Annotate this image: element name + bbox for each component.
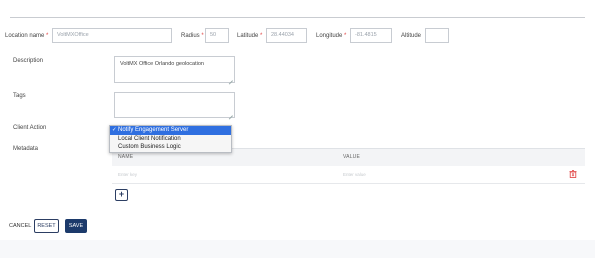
top-divider xyxy=(10,17,585,18)
dropdown-option-notify-engagement-server[interactable]: ✓ Notify Engagement Server xyxy=(110,126,231,135)
delete-icon[interactable] xyxy=(569,170,577,178)
footer-band xyxy=(0,240,595,258)
metadata-value-input[interactable]: Enter value xyxy=(343,172,366,177)
checkmark-icon: ✓ xyxy=(112,127,117,133)
tags-label: Tags xyxy=(13,93,26,99)
altitude-input[interactable] xyxy=(425,28,449,43)
longitude-input[interactable]: -81.4815 xyxy=(350,28,392,43)
tags-textarea[interactable] xyxy=(114,92,235,118)
client-action-label: Client Action xyxy=(13,125,47,131)
metadata-row: Enter key Enter value xyxy=(112,166,585,184)
reset-button[interactable]: RESET xyxy=(34,219,59,233)
description-label: Description xyxy=(13,58,44,64)
name-column-header: NAME xyxy=(118,154,134,160)
value-column-header: VALUE xyxy=(343,154,361,160)
metadata-label: Metadata xyxy=(13,146,39,152)
radius-input[interactable]: 50 xyxy=(205,28,229,43)
save-button[interactable]: SAVE xyxy=(65,219,87,233)
latitude-input[interactable]: 28.44034 xyxy=(266,28,307,43)
latitude-label: Latitude * xyxy=(237,33,263,39)
client-action-dropdown[interactable]: ✓ Notify Engagement Server Local Client … xyxy=(109,125,232,153)
cancel-button[interactable]: CANCEL xyxy=(9,223,31,229)
radius-label: Radius * xyxy=(181,33,204,39)
resize-handle-icon[interactable] xyxy=(228,111,233,116)
dropdown-option-local-client-notification[interactable]: Local Client Notification xyxy=(110,135,231,144)
resize-handle-icon[interactable] xyxy=(228,76,233,81)
altitude-label: Altitude xyxy=(401,33,422,39)
add-metadata-button[interactable]: + xyxy=(115,189,128,201)
dropdown-option-custom-business-logic[interactable]: Custom Business Logic xyxy=(110,143,231,152)
metadata-table: NAME VALUE Enter key Enter value xyxy=(112,148,585,184)
description-textarea[interactable]: VoltMX Office Orlando geolocation xyxy=(114,56,235,83)
longitude-label: Longitude * xyxy=(316,33,347,39)
location-name-label: Location name * xyxy=(5,33,49,39)
metadata-key-input[interactable]: Enter key xyxy=(118,172,137,177)
location-name-input[interactable]: VoltMXOffice xyxy=(52,28,172,43)
description-text: VoltMX Office Orlando geolocation xyxy=(120,61,204,67)
